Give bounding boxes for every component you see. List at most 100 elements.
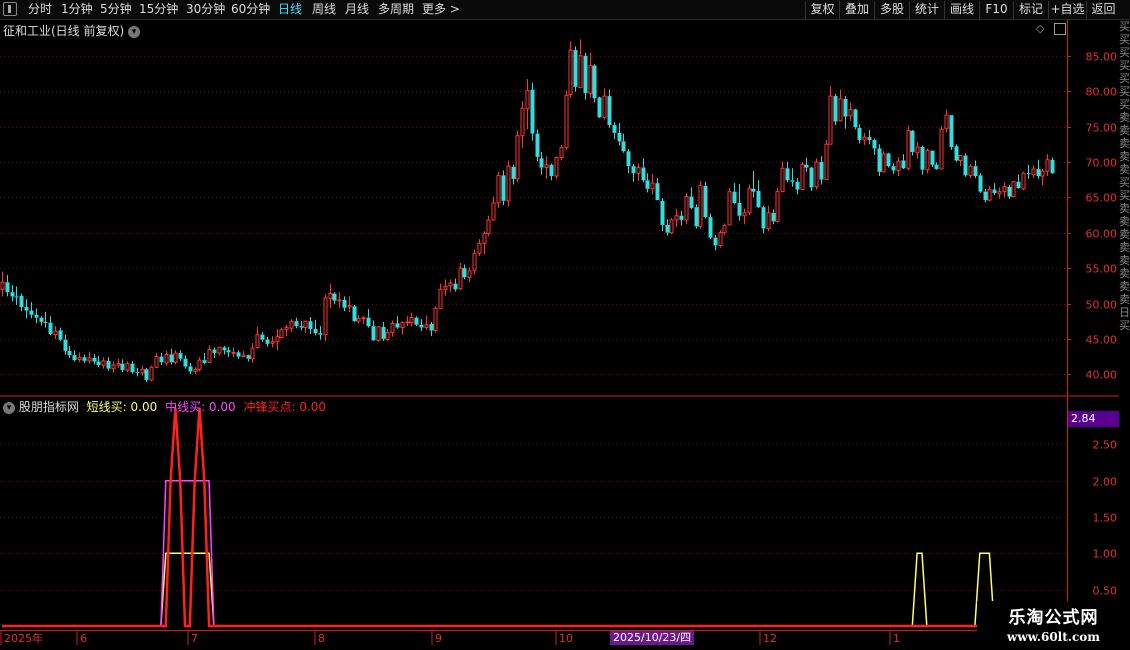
candle [82,354,87,363]
candle [48,316,53,336]
candle [443,279,448,296]
candle [968,164,973,179]
candle [116,358,121,368]
candle [732,183,737,205]
candle [289,319,294,332]
candle [795,178,800,195]
candle [226,346,231,358]
candle [934,162,939,170]
candle [886,152,891,168]
watermark-title: 乐淘公式网 [1008,608,1099,628]
candle [395,316,400,329]
indicator-tick-label: 0.50 [1093,585,1118,598]
candle [438,283,443,310]
candle [737,183,742,221]
stock-title: 征和工业(日线 前复权) [3,24,125,38]
candle [265,336,270,347]
indicator-panel-title: ▾ 股朋指标网 短线买: 0.00 中线买: 0.00 冲锋买点: 0.00 [3,398,326,415]
stock-app: 分时 1分钟 5分钟 15分钟 30分钟 60分钟 日线 周线 月线 多周期 更… [0,0,1130,650]
candle [400,321,405,335]
title-dropdown-icon[interactable]: ▾ [128,25,141,38]
candle [819,156,824,185]
candle [246,354,251,362]
candle [906,125,911,171]
candle [77,352,82,363]
candle [800,161,805,191]
candle [828,86,833,145]
candle [1011,181,1016,198]
candle [106,357,111,371]
candle [462,264,467,280]
candle [429,321,434,337]
candle [448,279,453,293]
candle [236,350,241,359]
price-tick-label: 85.00 [1086,51,1118,64]
candle [337,292,342,308]
candle [501,170,506,206]
candle [87,351,92,364]
candle [270,336,275,348]
time-axis-label: 8 [318,632,325,645]
candle [939,125,944,170]
candle [771,209,776,225]
candle [328,283,333,308]
time-axis-label: 10 [559,632,573,645]
candle [58,327,63,342]
chart-canvas[interactable]: 85.00 80.00 75.00 70.00 65.00 60.00 55.00 50.00… [0,0,1130,650]
candle [188,362,193,375]
mid-buy-value: 中线买: 0.00 [165,400,236,414]
diamond-icon[interactable]: ◇ [1036,22,1044,35]
candle [650,173,655,195]
candle [376,326,381,342]
candle [920,145,925,175]
candle [568,41,573,98]
candle [573,46,578,92]
candle [120,359,125,373]
candle [775,188,780,223]
candle [0,271,5,297]
candle [125,361,130,373]
candle [332,292,337,305]
candle [149,365,154,382]
candle [1045,154,1050,177]
candle [756,180,761,208]
candle [578,39,583,89]
candle [352,304,357,322]
candle [366,309,371,328]
candle [833,93,838,126]
candle [202,353,207,365]
indicator-series-0 [2,552,1052,627]
candle [896,156,901,177]
charge-buy-value: 冲锋买点: 0.00 [243,400,327,414]
candle [486,215,491,237]
indicator-dropdown-icon[interactable]: ▾ [3,401,15,414]
panel-toggle-icon[interactable] [1054,23,1066,35]
candle [655,178,660,201]
candle [718,229,723,248]
candle [660,198,665,232]
candles [0,39,1055,383]
candle [385,328,390,342]
candle [877,144,882,177]
candle [612,122,617,140]
candle [414,316,419,327]
candle [299,321,304,331]
candle [255,326,260,349]
candle [987,185,992,202]
candle [694,204,699,229]
candle [698,181,703,230]
candle [515,130,520,183]
candle [901,154,906,169]
candle [303,320,308,334]
candle [766,205,771,232]
candle [159,353,164,366]
candle [761,205,766,234]
candle [751,171,756,198]
candle [197,357,202,372]
candle [617,122,622,146]
candle [564,90,569,150]
candle [592,64,597,103]
candle [539,151,544,175]
time-axis-label: 9 [435,632,442,645]
main-panel-title: 征和工业(日线 前复权) ▾ [3,22,141,39]
